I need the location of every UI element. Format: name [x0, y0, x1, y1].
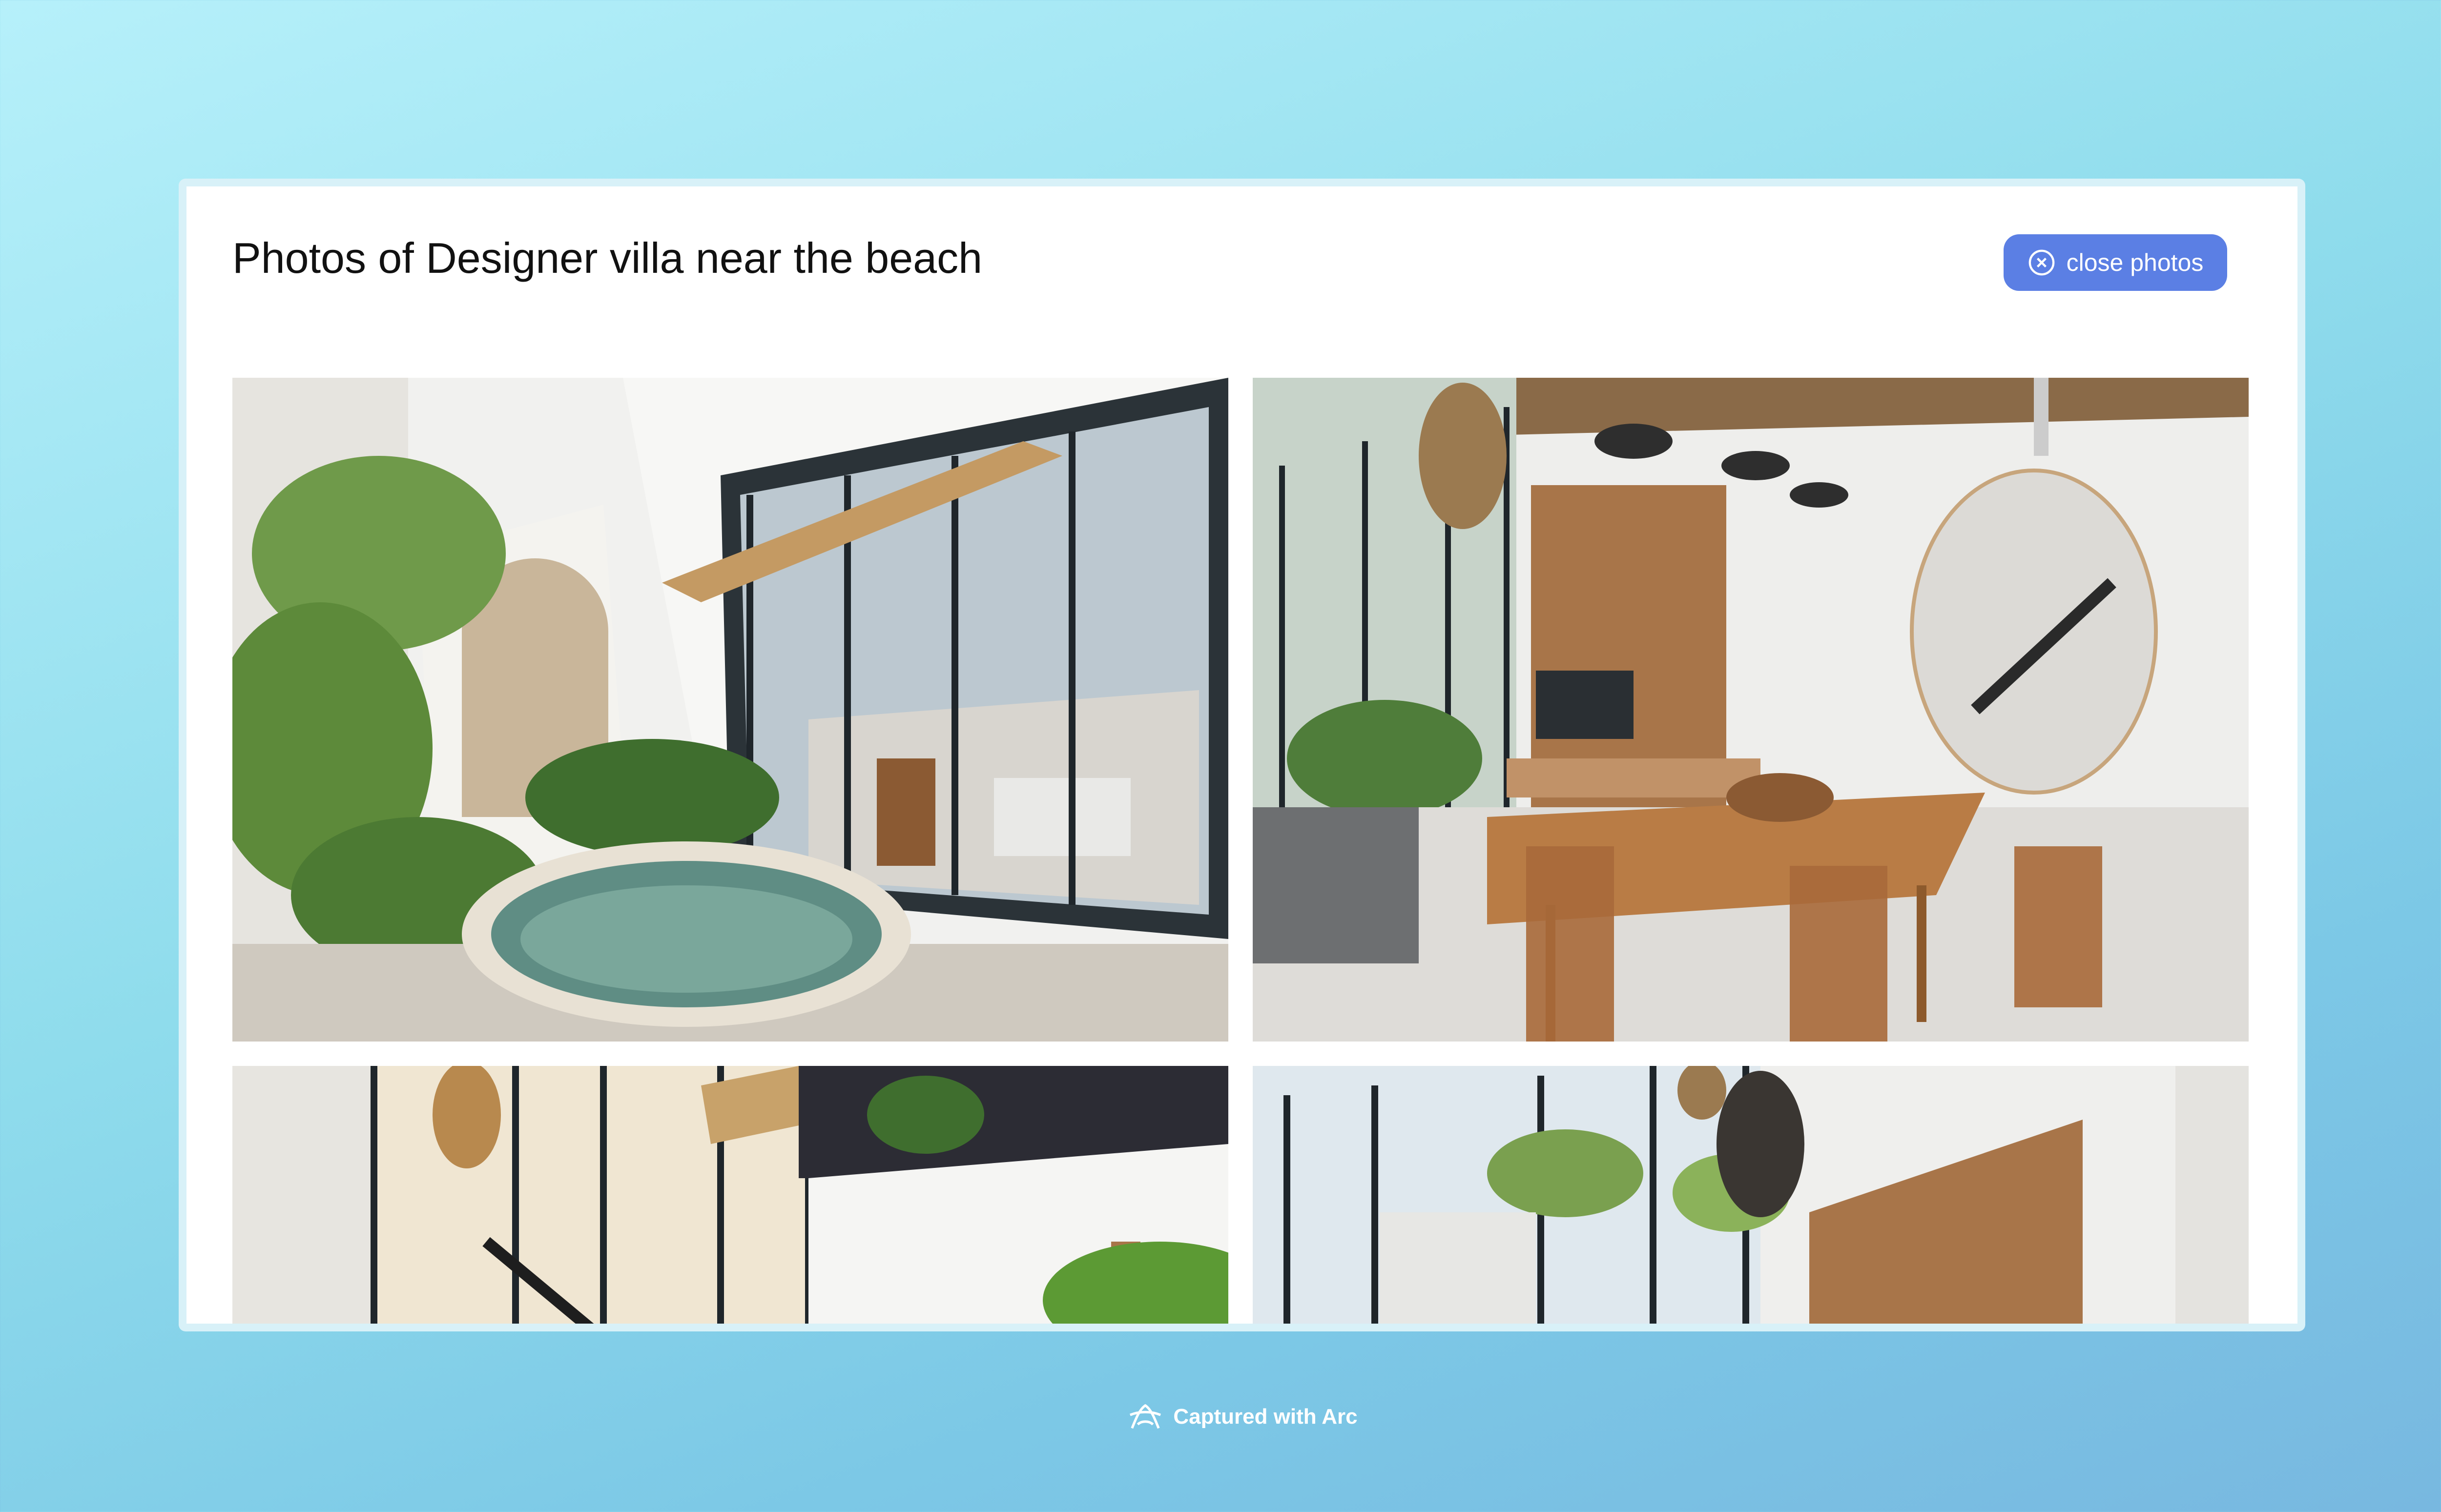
gallery-photo-1[interactable] — [232, 378, 1228, 1042]
villa-facade-image — [232, 1066, 1228, 1324]
photo-gallery-window: Photos of Designer villa near the beach … — [179, 179, 2305, 1331]
interior-windows-image — [1253, 1066, 2249, 1324]
dining-room-image — [1253, 378, 2249, 1042]
gallery-photo-3[interactable] — [232, 1066, 1228, 1324]
arc-logo-icon — [1130, 1404, 1161, 1429]
close-circle-icon — [2028, 249, 2054, 276]
close-photos-button[interactable]: close photos — [2004, 234, 2227, 291]
page-title: Photos of Designer villa near the beach — [232, 234, 983, 282]
gallery-photo-2[interactable] — [1253, 378, 2249, 1042]
pool-courtyard-image — [232, 378, 1228, 1042]
gallery-photo-4[interactable] — [1253, 1066, 2249, 1324]
capture-footer: Captured with Arc — [0, 1400, 2441, 1434]
close-photos-label: close photos — [2066, 249, 2204, 276]
capture-footer-text: Captured with Arc — [1173, 1405, 1358, 1429]
